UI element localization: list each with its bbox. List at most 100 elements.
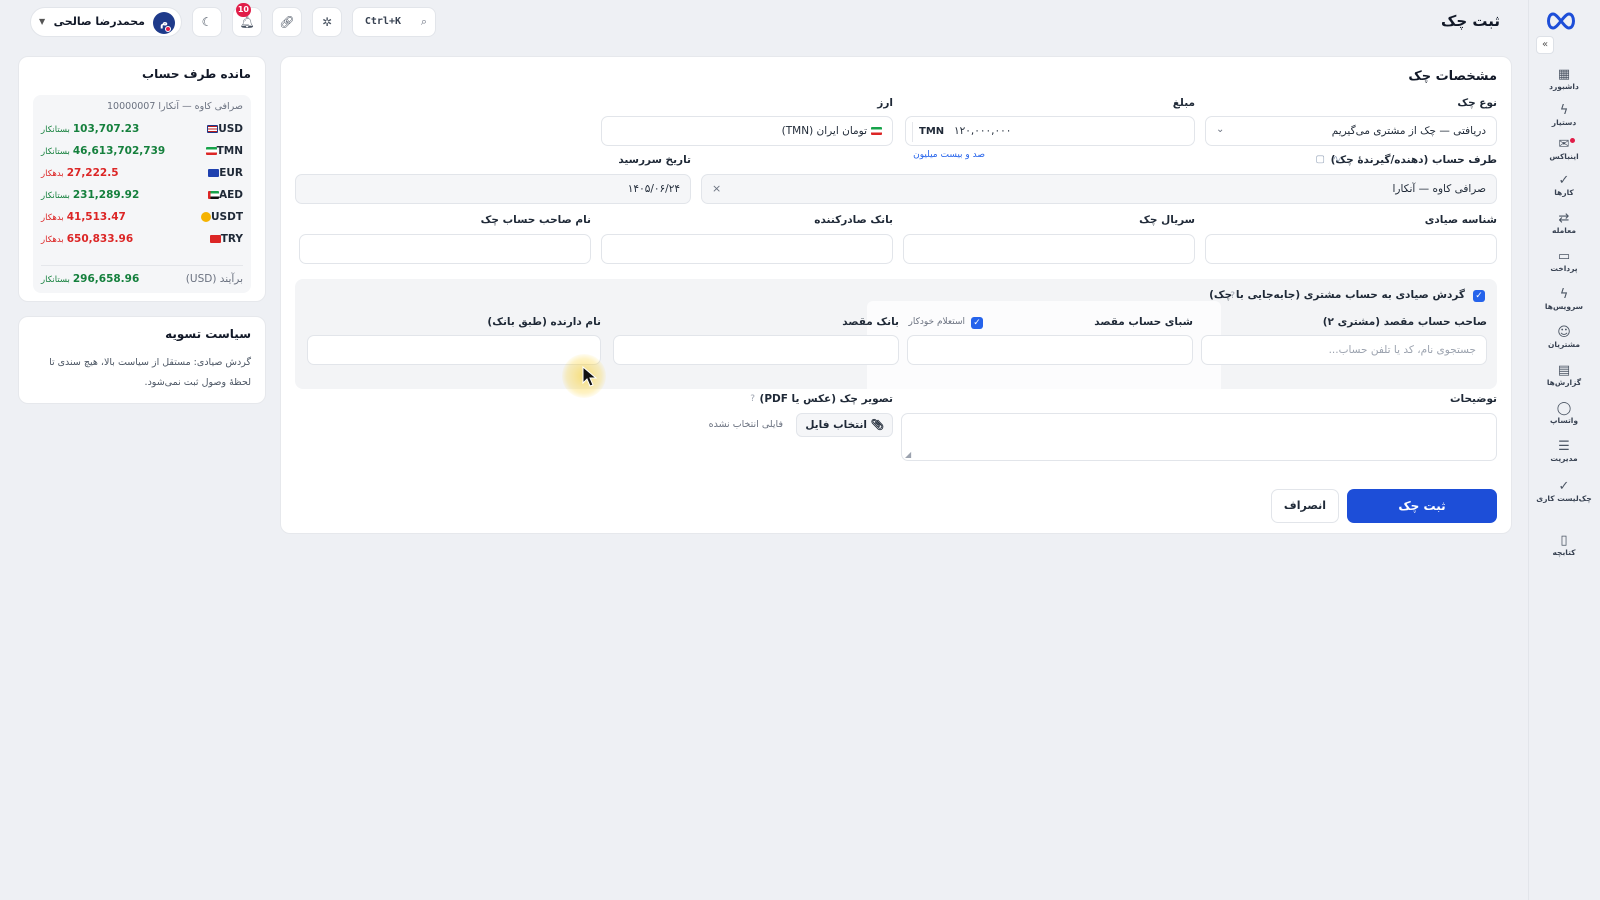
balance-row: AED 231,289.92بستانکار bbox=[41, 189, 243, 201]
rail-item-checklist[interactable]: ✓ چک‌لیست کاری bbox=[1536, 480, 1592, 504]
search-shortcut: Ctrl+K bbox=[364, 16, 401, 27]
check-icon: ✓ bbox=[1558, 173, 1570, 188]
theme-toggle-button[interactable]: ☾ bbox=[192, 7, 222, 37]
mouse-cursor-icon bbox=[582, 366, 598, 387]
dest-sheba-input[interactable] bbox=[907, 335, 1193, 365]
flag-tr-icon bbox=[209, 235, 221, 243]
rail-item-assistant[interactable]: ϟ دستیار bbox=[1536, 103, 1592, 128]
amount-in-words: صد و بیست میلیون bbox=[913, 150, 985, 160]
choose-file-button[interactable]: 📎︎ انتخاب فایل bbox=[796, 413, 893, 437]
user-name: محمدرضا صالحی bbox=[53, 15, 145, 28]
currency-label: ارز bbox=[877, 97, 893, 109]
chat-icon: ◯ bbox=[1556, 401, 1572, 416]
rail-item-payment[interactable]: ▭ پرداخت bbox=[1536, 249, 1592, 274]
users-icon: ☺ bbox=[1557, 325, 1571, 340]
rail-item-customers[interactable]: ☺ مشتریان bbox=[1536, 325, 1592, 350]
flag-ae-icon bbox=[207, 191, 219, 199]
auto-inquiry-checkbox[interactable]: ✓ bbox=[971, 317, 983, 329]
check-type-select[interactable]: دریافتی — چک از مشتری می‌گیریم ⌄ bbox=[1205, 116, 1497, 146]
holder-name-input[interactable] bbox=[299, 234, 591, 264]
currency-select[interactable]: تومان ایران (TMN) bbox=[601, 116, 893, 146]
flag-eu-icon bbox=[208, 169, 220, 177]
link-button[interactable]: 🔗︎ bbox=[272, 7, 302, 37]
notes-textarea[interactable]: ◢ bbox=[901, 413, 1497, 461]
check-image-label: تصویر چک (عکس یا PDF) bbox=[759, 393, 894, 405]
submit-check-button[interactable]: ثبت چک bbox=[1347, 489, 1497, 523]
collapse-rail-button[interactable]: » bbox=[1536, 36, 1554, 54]
moon-icon: ☾ bbox=[201, 15, 213, 29]
issuer-bank-label: بانک صادرکننده bbox=[814, 214, 893, 226]
balance-card: مانده طرف حساب صرافی کاوه — آنکارا 10000… bbox=[18, 56, 266, 302]
rail-item-reports[interactable]: ▤ گزارش‌ها bbox=[1536, 364, 1592, 388]
inbox-icon: ✉ bbox=[1558, 137, 1570, 152]
dest-owner-label: صاحب حساب مقصد (مشتری ۲) bbox=[1322, 316, 1487, 328]
dest-sheba-label: شبای حساب مقصد bbox=[1094, 316, 1193, 328]
activity-icon[interactable]: ∿ bbox=[1333, 154, 1341, 165]
rail-item-whatsapp[interactable]: ◯ واتساپ bbox=[1536, 401, 1592, 426]
dest-owner-search[interactable]: جستجوی نام، کد یا تلفن حساب... bbox=[1201, 335, 1487, 365]
check-serial-input[interactable] bbox=[903, 234, 1195, 264]
rail-item-dashboard[interactable]: ▦ داشبورد bbox=[1536, 67, 1592, 92]
dest-bank-input[interactable] bbox=[613, 335, 899, 365]
amount-label: مبلغ bbox=[1172, 97, 1195, 109]
counterparty-select[interactable]: صرافی کاوه — آنکارا × bbox=[701, 174, 1497, 204]
sayadi-transfer-panel: ✓ گردش صیادی به حساب مشتری (جابه‌جایی با… bbox=[295, 279, 1497, 397]
user-menu[interactable]: م محمدرضا صالحی ▼ bbox=[30, 7, 182, 37]
help-icon[interactable]: ? bbox=[1230, 291, 1235, 301]
close-icon[interactable]: × bbox=[712, 182, 721, 195]
debug-button[interactable]: ✲ bbox=[312, 7, 342, 37]
rail-item-services[interactable]: ϟ سرویس‌ها bbox=[1536, 287, 1592, 312]
coin-icon bbox=[201, 212, 212, 222]
policy-text: گردش صیادی: مستقل از سیاست بالا، هیچ سند… bbox=[49, 357, 251, 388]
flag-us-icon bbox=[207, 125, 219, 133]
holder-name-label: نام صاحب حساب چک bbox=[480, 214, 591, 226]
paperclip-icon: 📎︎ bbox=[870, 419, 884, 431]
balance-account-name: صرافی کاوه — آنکارا 10000007 bbox=[107, 101, 243, 112]
page-title: ثبت چک bbox=[1440, 12, 1500, 30]
status-dot bbox=[165, 26, 171, 32]
bug-icon: ✲ bbox=[321, 15, 333, 29]
policy-title: سیاست تسویه bbox=[165, 327, 251, 341]
link-icon: 🔗︎ bbox=[279, 15, 295, 29]
check-serial-label: سریال چک bbox=[1139, 214, 1195, 226]
rail-item-tasks[interactable]: ✓ کارها bbox=[1536, 173, 1592, 198]
check-type-label: نوع چک bbox=[1457, 97, 1497, 109]
notes-label: توضیحات bbox=[1449, 393, 1497, 405]
sliders-icon: ☰ bbox=[1558, 439, 1570, 454]
counterparty-label: طرف حساب (دهنده/گیرندهٔ چک) bbox=[1330, 154, 1497, 166]
check-form-card: مشخصات چک نوع چک دریافتی — چک از مشتری م… bbox=[280, 56, 1512, 534]
sayadi-id-input[interactable] bbox=[1205, 234, 1497, 264]
amount-input[interactable]: ۱۲۰,۰۰۰,۰۰۰ TMN bbox=[905, 116, 1195, 146]
rail-item-handbook[interactable]: ▯ کتابچه bbox=[1536, 534, 1592, 558]
bolt-icon: ϟ bbox=[1559, 103, 1569, 118]
unread-dot bbox=[1570, 138, 1575, 143]
document-icon[interactable]: ▢ bbox=[1316, 154, 1325, 165]
resize-handle-icon[interactable]: ◢ bbox=[905, 450, 911, 459]
avatar: م bbox=[153, 12, 175, 34]
sayadi-transfer-checkbox[interactable]: ✓ bbox=[1473, 290, 1485, 302]
chevron-down-icon: ⌄ bbox=[1216, 124, 1225, 135]
issuer-bank-input[interactable] bbox=[601, 234, 893, 264]
rail-item-inbox[interactable]: ✉ اینباکس bbox=[1536, 137, 1592, 162]
side-rail: » ▦ داشبورد ϟ دستیار ✉ اینباکس ✓ کارها ⇄ معام… bbox=[1528, 0, 1600, 900]
search-button[interactable]: ⌕ Ctrl+K bbox=[352, 7, 436, 37]
chevron-down-icon: ▼ bbox=[39, 17, 46, 26]
rail-item-management[interactable]: ☰ مدیریت bbox=[1536, 439, 1592, 464]
search-icon: ⌕ bbox=[420, 15, 427, 28]
dashboard-icon: ▦ bbox=[1557, 67, 1571, 82]
help-icon[interactable]: ? bbox=[750, 394, 755, 404]
notifications-button[interactable]: 🔔︎ 10 bbox=[232, 3, 262, 37]
due-date-input[interactable]: ۱۴۰۵/۰۶/۲۴ bbox=[295, 174, 691, 204]
rail-item-trade[interactable]: ⇄ معامله bbox=[1536, 212, 1592, 236]
bank-holder-name-input[interactable] bbox=[307, 335, 601, 365]
bolt-icon: ϟ bbox=[1559, 287, 1569, 302]
balance-row: TRY 650,833.96بدهکار bbox=[41, 233, 243, 245]
payment-icon: ▭ bbox=[1557, 249, 1571, 264]
cancel-button[interactable]: انصراف bbox=[1271, 489, 1339, 523]
brand-logo[interactable] bbox=[1544, 10, 1578, 32]
chevron-double-icon: » bbox=[1541, 39, 1549, 50]
flag-ir-icon bbox=[205, 147, 217, 155]
dest-bank-label: بانک مقصد bbox=[842, 316, 899, 328]
balance-row: USDT 41,513.47بدهکار bbox=[41, 211, 243, 223]
notification-count-badge: 10 bbox=[235, 3, 251, 17]
